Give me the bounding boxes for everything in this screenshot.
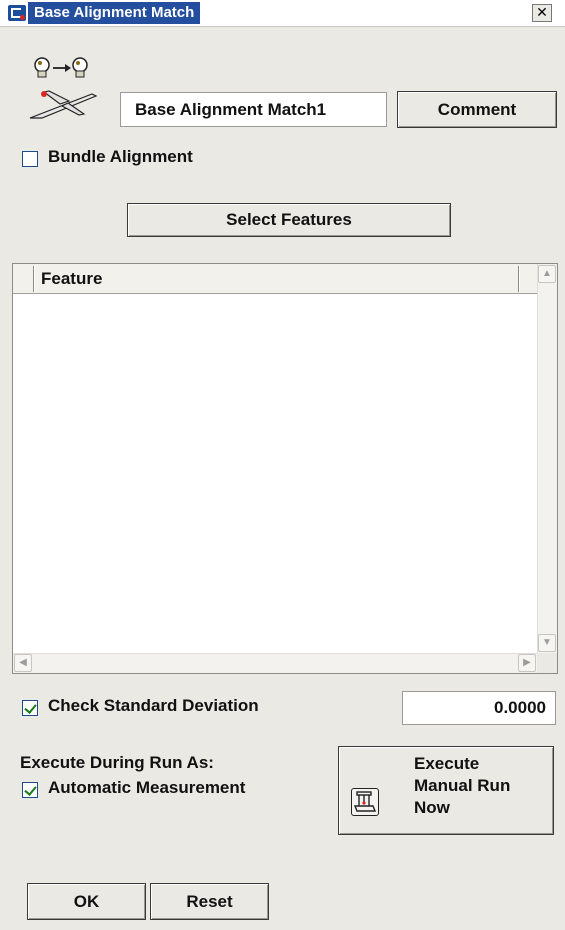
app-icon [8,5,26,21]
feature-list[interactable]: Feature ▲ ▼ ◀ ▶ [12,263,558,674]
alignment-name-field[interactable]: Base Alignment Match1 [120,92,387,127]
alignment-airplane-icon [22,52,102,124]
automatic-measurement-label: Automatic Measurement [48,778,246,797]
check-std-dev-checkbox[interactable] [22,700,38,716]
chevron-right-icon: ▶ [523,657,531,668]
ok-button[interactable]: OK [27,883,146,920]
horizontal-scrollbar[interactable]: ◀ ▶ [13,653,537,673]
ok-label: OK [73,892,100,911]
execute-during-run-heading: Execute During Run As: [20,753,214,772]
chevron-up-icon: ▲ [542,268,552,279]
execute-manual-line-3: Now [414,798,450,817]
alignment-name-value: Base Alignment Match1 [135,100,327,119]
chevron-left-icon: ◀ [19,657,27,668]
execute-manual-run-text: Execute Manual Run Now [414,753,510,819]
execute-manual-line-2: Manual Run [414,776,511,795]
header-separator [518,266,520,292]
window-title: Base Alignment Match [28,2,201,24]
std-dev-value: 0.0000 [494,698,546,717]
comment-label: Comment [437,100,517,119]
checkmark-icon [24,701,37,714]
scroll-corner [537,653,557,673]
feature-list-header: Feature [13,264,537,294]
vertical-scrollbar[interactable]: ▲ ▼ [537,264,557,653]
select-features-label: Select Features [226,210,352,229]
close-icon: ✕ [536,4,548,20]
bundle-alignment-checkbox[interactable] [22,151,38,167]
close-button[interactable]: ✕ [532,4,552,22]
std-dev-value-field[interactable]: 0.0000 [402,691,556,725]
title-bar[interactable]: Base Alignment Match ✕ [0,0,565,27]
bundle-alignment-label: Bundle Alignment [48,147,193,166]
cmm-machine-icon [351,788,379,816]
checkmark-icon [24,783,37,796]
header-separator [33,266,35,292]
select-features-button[interactable]: Select Features [127,203,451,237]
scroll-right-button[interactable]: ▶ [518,654,536,672]
scroll-up-button[interactable]: ▲ [538,265,556,283]
check-std-dev-label: Check Standard Deviation [48,696,259,715]
chevron-down-icon: ▼ [542,637,552,648]
execute-manual-line-1: Execute [414,754,480,773]
scroll-down-button[interactable]: ▼ [538,634,556,652]
column-header-feature[interactable]: Feature [41,264,102,294]
scroll-left-button[interactable]: ◀ [14,654,32,672]
dialog-window: Base Alignment Match ✕ Base Alignment Ma… [0,0,565,930]
comment-button[interactable]: Comment [397,91,557,128]
execute-manual-run-button[interactable]: Execute Manual Run Now [338,746,554,835]
reset-label: Reset [186,892,233,911]
automatic-measurement-checkbox[interactable] [22,782,38,798]
reset-button[interactable]: Reset [150,883,269,920]
